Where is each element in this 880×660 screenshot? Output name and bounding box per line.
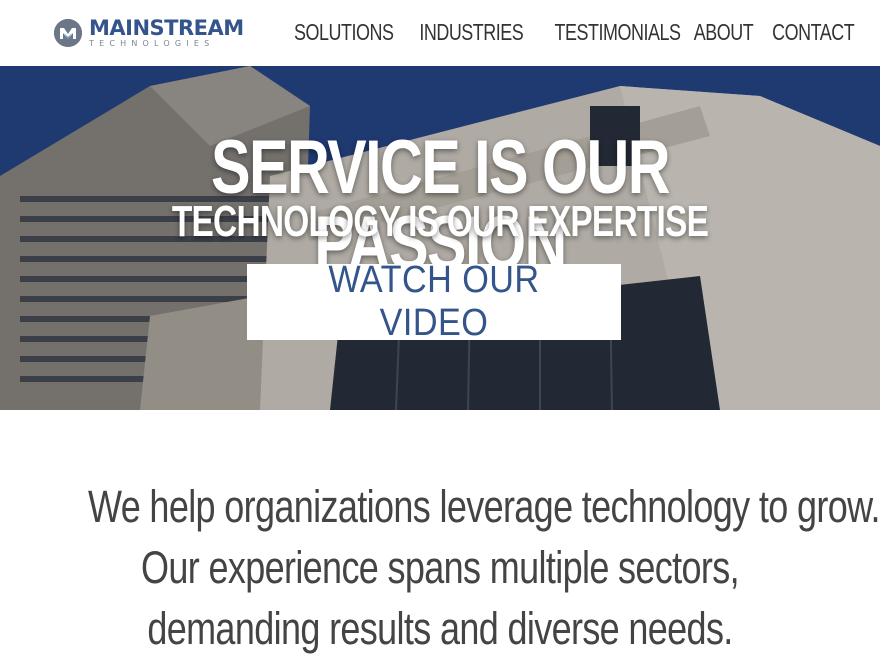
brand-tagline: TECHNOLOGIES [89,39,215,48]
nav-testimonials[interactable]: TESTIMONIALS [555,19,681,46]
nav-industries[interactable]: INDUSTRIES [419,19,523,46]
brand-logo[interactable]: MAINSTREAM TECHNOLOGIES [54,17,244,49]
hero-banner: SERVICE IS OUR PASSION TECHNOLOGY IS OUR… [0,66,880,410]
logo-wordmark: MAINSTREAM TECHNOLOGIES [89,18,244,48]
site-header: MAINSTREAM TECHNOLOGIES SOLUTIONS INDUST… [0,0,880,66]
intro-section: We help organizations leverage technolog… [0,476,880,659]
main-nav: SOLUTIONS INDUSTRIES TESTIMONIALS ABOUT … [270,16,854,48]
nav-about[interactable]: ABOUT [693,19,753,46]
watch-video-button[interactable]: WATCH OUR VIDEO [247,259,621,344]
nav-solutions[interactable]: SOLUTIONS [294,19,394,46]
watch-video-label: WATCH OUR VIDEO [328,259,540,344]
intro-line: We help organizations leverage technolog… [88,481,880,532]
brand-name: MAINSTREAM [89,16,244,40]
intro-line: Our experience spans multiple sectors, [141,542,740,593]
logo-emblem-icon [54,19,82,47]
nav-contact[interactable]: CONTACT [772,19,855,46]
intro-line: demanding results and diverse needs. [147,603,733,654]
hero-subheadline: TECHNOLOGY IS OUR EXPERTISE [171,197,709,246]
